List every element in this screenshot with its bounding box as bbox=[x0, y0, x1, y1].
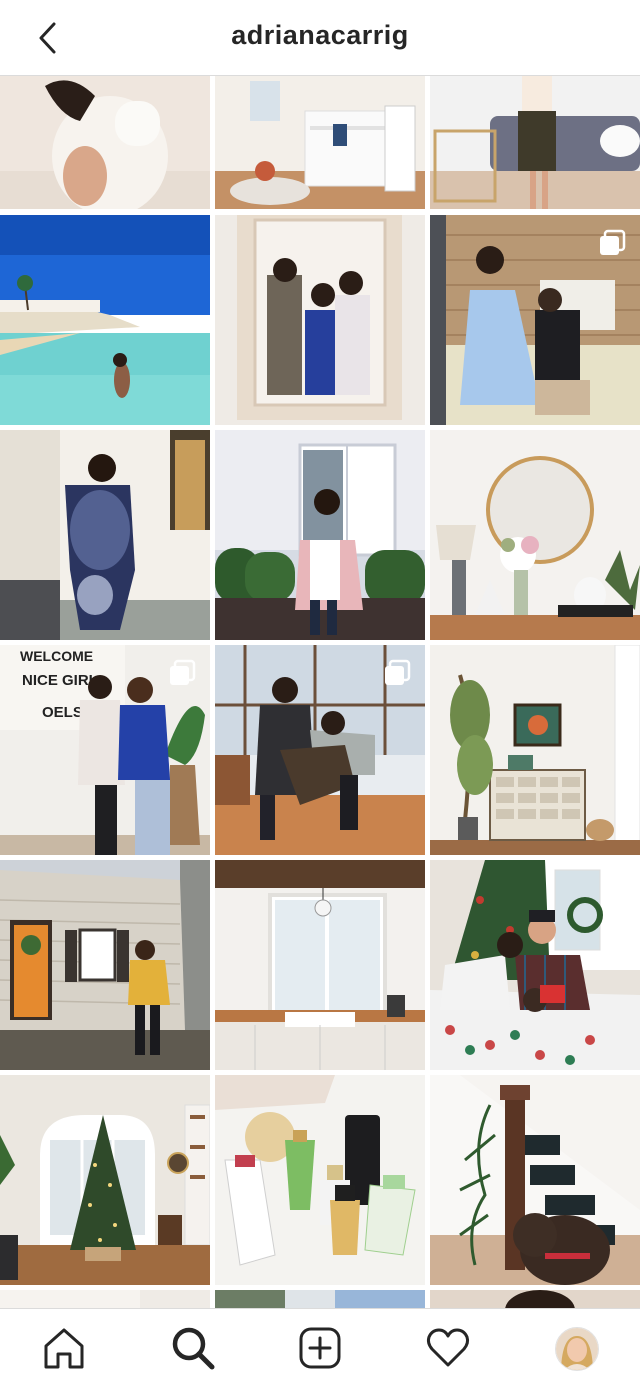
activity-tab[interactable] bbox=[425, 1325, 471, 1371]
top-bar: adrianacarrig bbox=[0, 0, 640, 76]
post-thumbnail[interactable] bbox=[430, 215, 640, 425]
profile-avatar[interactable] bbox=[555, 1327, 599, 1371]
home-tab[interactable] bbox=[41, 1325, 87, 1371]
multiple-photos-icon bbox=[600, 229, 626, 255]
posts-grid: WELCOME NICE GIRL OELSI bbox=[0, 76, 640, 1308]
post-thumbnail[interactable] bbox=[215, 215, 425, 425]
post-thumbnail[interactable] bbox=[215, 645, 425, 855]
search-icon bbox=[172, 1327, 215, 1370]
post-thumbnail[interactable] bbox=[0, 860, 210, 1070]
profile-username-title: adrianacarrig bbox=[231, 20, 409, 50]
plus-square-icon bbox=[299, 1327, 341, 1369]
svg-text:WELCOME: WELCOME bbox=[20, 648, 93, 664]
multiple-photos-icon bbox=[385, 659, 411, 685]
post-thumbnail[interactable] bbox=[430, 1290, 640, 1308]
heart-icon bbox=[426, 1328, 470, 1367]
post-thumbnail[interactable] bbox=[430, 76, 640, 209]
svg-text:NICE GIRL: NICE GIRL bbox=[22, 672, 98, 689]
create-post-tab[interactable] bbox=[297, 1325, 343, 1371]
post-thumbnail[interactable] bbox=[215, 860, 425, 1070]
post-thumbnail[interactable] bbox=[215, 430, 425, 640]
bottom-navigation-bar bbox=[0, 1308, 640, 1386]
post-thumbnail[interactable] bbox=[0, 76, 210, 209]
post-thumbnail[interactable] bbox=[0, 215, 210, 425]
search-tab[interactable] bbox=[170, 1325, 216, 1371]
post-thumbnail[interactable]: WELCOME NICE GIRL OELSI bbox=[0, 645, 210, 855]
post-thumbnail[interactable] bbox=[0, 1075, 210, 1285]
post-thumbnail[interactable] bbox=[430, 430, 640, 640]
post-thumbnail[interactable] bbox=[430, 1075, 640, 1285]
multiple-photos-icon bbox=[170, 659, 196, 685]
post-thumbnail[interactable] bbox=[0, 430, 210, 640]
home-icon bbox=[44, 1328, 84, 1369]
post-thumbnail[interactable] bbox=[215, 76, 425, 209]
post-thumbnail[interactable] bbox=[0, 1290, 210, 1308]
post-thumbnail[interactable] bbox=[430, 860, 640, 1070]
post-thumbnail[interactable] bbox=[215, 1075, 425, 1285]
post-thumbnail[interactable] bbox=[430, 645, 640, 855]
post-thumbnail[interactable] bbox=[215, 1290, 425, 1308]
